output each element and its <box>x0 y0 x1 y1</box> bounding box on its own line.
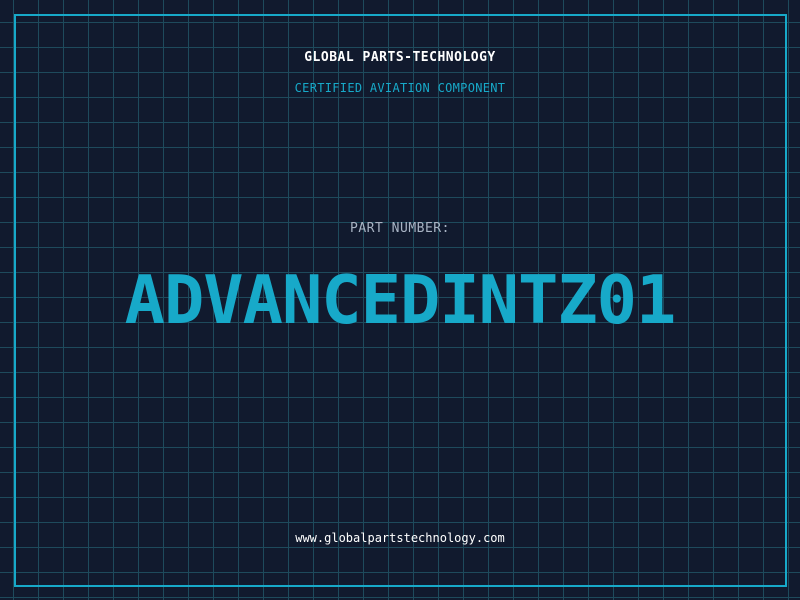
company-name: GLOBAL PARTS-TECHNOLOGY <box>304 50 496 65</box>
website-url: www.globalpartstechnology.com <box>295 531 505 545</box>
certification-subtitle: CERTIFIED AVIATION COMPONENT <box>294 81 506 95</box>
part-number-label: PART NUMBER: <box>350 221 450 236</box>
part-number-value: ADVANCEDINTZ01 <box>124 261 677 339</box>
